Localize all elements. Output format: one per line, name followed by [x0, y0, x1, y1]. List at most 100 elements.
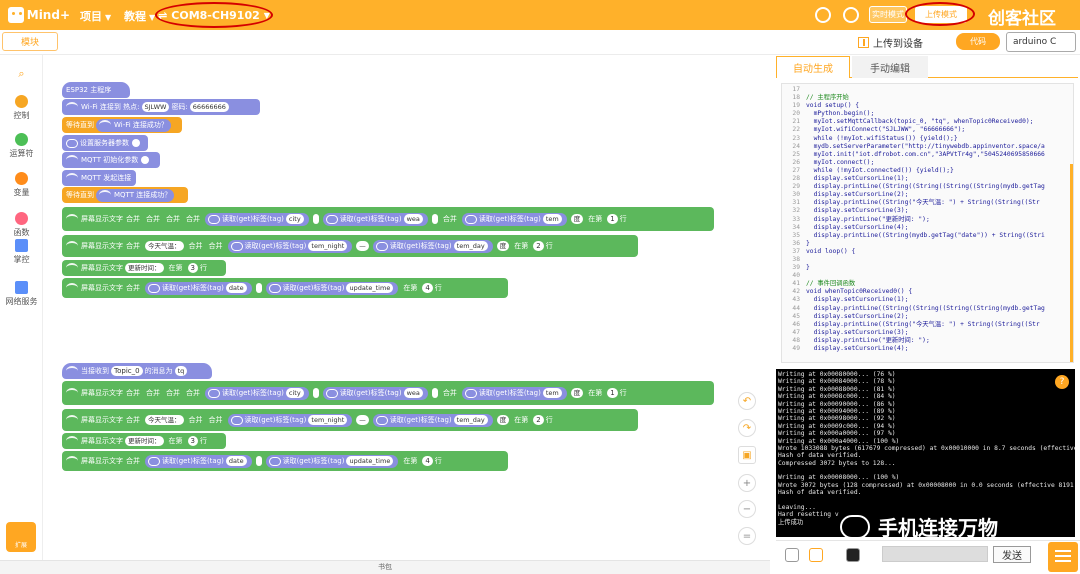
line-select[interactable]: 1 — [607, 388, 618, 398]
serial-send-input[interactable] — [882, 546, 988, 562]
sidebar-category[interactable]: 变量 — [0, 172, 43, 198]
line-select[interactable]: 2 — [533, 415, 544, 425]
text-field[interactable]: 度 — [570, 214, 584, 224]
modules-tab[interactable]: 模块 — [2, 32, 58, 51]
read-tag-block[interactable]: 读取(get)标签(tag) city — [205, 386, 309, 400]
menu-tutorial[interactable]: 教程 ▼ — [124, 8, 155, 24]
sidebar-category[interactable]: 网络服务 — [0, 281, 43, 307]
wifi-connect-block[interactable]: Wi-Fi 连接到 热点: SJLWW 密码: 66666666 — [62, 99, 260, 115]
screen-text-block-8[interactable]: 屏幕显示文字 合并 读取(get)标签(tag) date 读取(get)标签(t… — [62, 451, 508, 471]
tab-manual-edit[interactable]: 手动编辑 — [852, 56, 928, 78]
code-scrollbar[interactable] — [1070, 164, 1073, 362]
screen-text-block-5[interactable]: 屏幕显示文字 合并 合并 合并 合并 读取(get)标签(tag) city 读取(ge… — [62, 381, 714, 405]
text-field[interactable] — [312, 214, 319, 224]
tag-field[interactable]: city — [285, 388, 304, 398]
zoom-in-icon[interactable]: + — [738, 474, 756, 492]
screen-text-block-4[interactable]: 屏幕显示文字 合并 读取(get)标签(tag) date 读取(get)标签(t… — [62, 278, 508, 298]
read-tag-block[interactable]: 读取(get)标签(tag) date — [145, 281, 252, 295]
line-select[interactable]: 1 — [607, 214, 618, 224]
backpack-bar[interactable]: 书包 — [0, 560, 770, 574]
text-field[interactable]: 更新时间： — [125, 263, 164, 273]
message-field[interactable]: tq — [174, 366, 188, 376]
text-field[interactable] — [431, 388, 438, 398]
text-field[interactable]: — — [356, 241, 369, 251]
tag-field[interactable]: tem_night — [308, 415, 348, 425]
line-select[interactable]: 2 — [533, 241, 544, 251]
send-button[interactable]: 发送 — [993, 546, 1031, 563]
menu-project[interactable]: 项目 ▼ — [80, 8, 111, 24]
text-field[interactable]: 更新时间： — [125, 436, 164, 446]
help-icon[interactable]: ? — [1055, 375, 1069, 389]
screen-text-block-1[interactable]: 屏幕显示文字 合并 合并 合并 合并 读取(get)标签(tag) city 读取(ge… — [62, 207, 714, 231]
tag-field[interactable]: wea — [403, 214, 423, 224]
text-field[interactable]: 今天气温： — [145, 415, 184, 425]
code-toggle-button[interactable]: 代码 — [956, 33, 1000, 50]
sidebar-category[interactable]: 掌控 — [0, 239, 43, 265]
mqtt-connect-block[interactable]: MQTT 发起连接 — [62, 170, 136, 186]
read-tag-block[interactable]: 读取(get)标签(tag) tem — [461, 212, 567, 226]
tag-field[interactable]: update_time — [346, 456, 394, 466]
wifi-password-field[interactable]: 66666666 — [189, 102, 229, 112]
read-tag-block[interactable]: 读取(get)标签(tag) tem_day — [372, 239, 493, 253]
sidebar-category[interactable]: 控制 — [0, 95, 43, 121]
mqtt-status-block[interactable]: MQTT 连接成功？ — [96, 188, 175, 202]
redo-icon[interactable]: ↷ — [738, 419, 756, 437]
text-field[interactable]: 度 — [570, 388, 584, 398]
read-tag-block[interactable]: 读取(get)标签(tag) tem_night — [227, 413, 353, 427]
usb-plug-icon[interactable] — [785, 548, 799, 562]
wifi-status-block[interactable]: Wi-Fi 连接成功？ — [96, 118, 171, 132]
text-field[interactable]: — — [356, 415, 369, 425]
read-tag-block[interactable]: 读取(get)标签(tag) update_time — [265, 281, 399, 295]
sidebar-category[interactable]: 运算符 — [0, 133, 43, 159]
topic-select[interactable]: Topic_0 — [111, 366, 143, 376]
port-select[interactable]: ⇌ COM8-CH9102 ▼ — [155, 2, 273, 28]
tag-field[interactable]: update_time — [346, 283, 394, 293]
crop-icon[interactable]: ▣ — [738, 446, 756, 464]
text-field[interactable]: 度 — [496, 415, 510, 425]
extensions-button[interactable]: 扩展 — [6, 522, 36, 552]
line-select[interactable]: 3 — [187, 436, 198, 446]
text-field[interactable] — [312, 388, 319, 398]
read-tag-block[interactable]: 读取(get)标签(tag) wea — [322, 212, 428, 226]
screen-text-block-2[interactable]: 屏幕显示文字 合并 今天气温： 合并 合并 读取(get)标签(tag) tem_ni… — [62, 235, 638, 257]
mail-icon[interactable] — [815, 7, 831, 23]
read-tag-block[interactable]: 读取(get)标签(tag) tem_night — [227, 239, 353, 253]
line-select[interactable]: 3 — [187, 263, 198, 273]
screen-text-block-6[interactable]: 屏幕显示文字 合并 今天气温： 合并 合并 读取(get)标签(tag) tem_ni… — [62, 409, 638, 431]
zoom-out-icon[interactable]: − — [738, 500, 756, 518]
read-tag-block[interactable]: 读取(get)标签(tag) date — [145, 454, 252, 468]
tag-field[interactable]: date — [225, 456, 247, 466]
set-server-block[interactable]: 设置服务器参数 — [62, 135, 148, 151]
tag-field[interactable]: date — [225, 283, 247, 293]
wifi-ssid-field[interactable]: SJLWW — [141, 102, 170, 112]
feedback-icon[interactable] — [843, 7, 859, 23]
read-tag-block[interactable]: 读取(get)标签(tag) tem — [461, 386, 567, 400]
search-icon[interactable]: ⌕ — [0, 67, 43, 81]
tag-field[interactable]: tem_day — [453, 415, 488, 425]
on-mqtt-receive-block[interactable]: 当接收到 Topic_0 的消息为 tq — [62, 363, 212, 379]
clear-icon[interactable] — [846, 548, 860, 562]
esp32-main-block[interactable]: ESP32 主程序 — [62, 82, 130, 98]
gear-icon[interactable] — [141, 156, 150, 164]
mqtt-init-block[interactable]: MQTT 初始化参数 — [62, 152, 160, 168]
screen-text-block-3[interactable]: 屏幕显示文字 更新时间： 在第 3 行 — [62, 260, 226, 276]
wait-until-wifi-block[interactable]: 等待直到 Wi-Fi 连接成功？ — [62, 117, 182, 133]
read-tag-block[interactable]: 读取(get)标签(tag) update_time — [265, 454, 399, 468]
line-select[interactable]: 4 — [422, 456, 433, 466]
screen-text-block-7[interactable]: 屏幕显示文字 更新时间： 在第 3 行 — [62, 433, 226, 449]
text-field[interactable] — [431, 214, 438, 224]
read-tag-block[interactable]: 读取(get)标签(tag) tem_day — [372, 413, 493, 427]
tab-auto-generate[interactable]: 自动生成 — [776, 56, 850, 78]
realtime-mode-button[interactable]: 实时模式 — [869, 6, 907, 23]
menu-list-icon[interactable] — [1048, 542, 1078, 572]
tag-field[interactable]: tem_day — [453, 241, 488, 251]
read-tag-block[interactable]: 读取(get)标签(tag) city — [205, 212, 309, 226]
tag-field[interactable]: tem_night — [308, 241, 348, 251]
line-select[interactable]: 4 — [422, 283, 433, 293]
text-field[interactable]: 今天气温： — [145, 241, 184, 251]
text-field[interactable]: 度 — [496, 241, 510, 251]
sidebar-category[interactable]: 函数 — [0, 212, 43, 238]
board-select[interactable]: arduino C — [1006, 32, 1076, 52]
tag-field[interactable]: wea — [403, 388, 423, 398]
tag-field[interactable]: tem — [542, 388, 562, 398]
